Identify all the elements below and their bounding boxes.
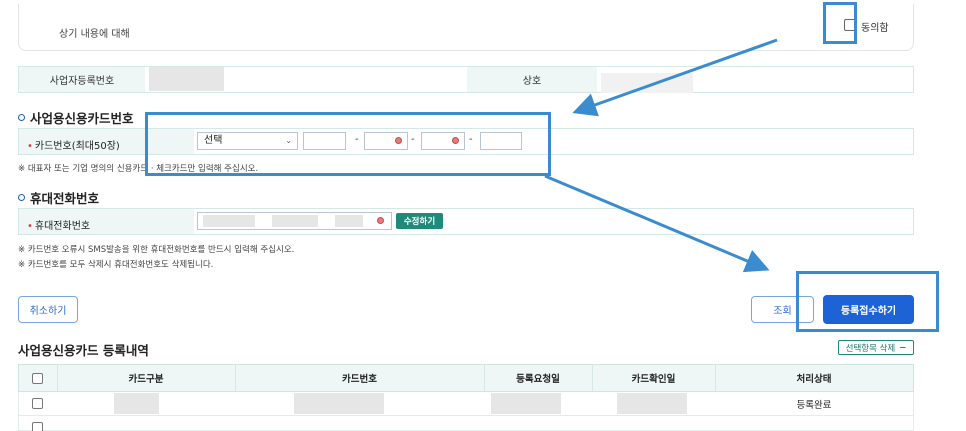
arrow-to-card-section: [572, 38, 778, 117]
arrow-to-submit: [544, 174, 770, 273]
annotation-arrows: [544, 38, 778, 273]
